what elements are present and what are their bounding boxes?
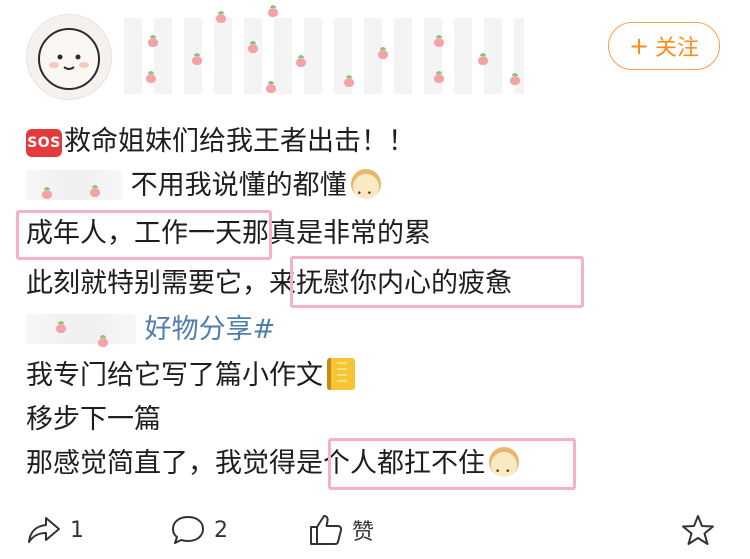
decor-strawberry <box>98 335 108 347</box>
notebook-emoji <box>327 358 355 390</box>
post-line-7: 移步下一篇 <box>26 404 161 435</box>
post-line-2: 不用我说懂的都懂 <box>26 166 381 214</box>
username-obscured[interactable] <box>124 18 524 94</box>
decor-strawberry <box>296 55 306 67</box>
decor-strawberry <box>378 47 388 59</box>
share-count: 1 <box>70 517 84 543</box>
decor-strawberry <box>434 35 444 47</box>
star-icon <box>682 515 714 545</box>
decor-strawberry <box>148 35 158 47</box>
obscured-mention <box>26 170 122 200</box>
highlight-box <box>290 256 584 308</box>
like-icon <box>310 515 343 545</box>
post-line-6: 我专门给它写了篇小作文 <box>26 356 355 396</box>
decor-strawberry <box>216 11 226 23</box>
decor-strawberry <box>510 73 520 85</box>
comment-count: 2 <box>214 517 228 543</box>
follow-label: 关注 <box>655 36 700 61</box>
decor-strawberry <box>42 187 52 199</box>
post-text: 我专门给它写了篇小作文 <box>26 360 323 391</box>
post-text: 不用我说懂的都懂 <box>130 170 347 201</box>
highlight-box <box>328 438 576 490</box>
obscured-topic <box>26 314 136 344</box>
decor-strawberry <box>478 53 488 65</box>
decor-strawberry <box>266 81 276 93</box>
decor-strawberry <box>56 321 66 333</box>
decor-strawberry <box>90 185 100 197</box>
highlight-box <box>16 210 272 260</box>
decor-strawberry <box>146 71 156 83</box>
comment-icon <box>172 516 204 544</box>
doge-emoji <box>350 169 381 214</box>
like-button[interactable]: 赞 <box>308 510 374 550</box>
decor-strawberry <box>192 53 202 65</box>
share-icon <box>28 517 60 543</box>
post-text: 救命姐妹们给我王者出击！！ <box>64 126 415 157</box>
comment-button[interactable]: 2 <box>170 510 228 550</box>
hashtag-link[interactable]: 好物分享# <box>145 314 276 345</box>
follow-button[interactable]: + 关注 <box>608 22 720 70</box>
post-line-1: SOS 救命姐妹们给我王者出击！！ <box>26 122 415 162</box>
sos-emoji: SOS <box>26 129 62 157</box>
plus-icon: + <box>628 32 650 60</box>
decor-strawberry <box>268 5 278 17</box>
decor-strawberry <box>344 75 354 87</box>
avatar[interactable] <box>26 14 112 100</box>
share-button[interactable]: 1 <box>26 510 84 550</box>
favorite-button[interactable] <box>680 510 716 550</box>
decor-strawberry <box>248 41 258 53</box>
avatar-face <box>38 28 100 90</box>
like-label: 赞 <box>352 520 375 545</box>
decor-strawberry <box>434 71 444 83</box>
